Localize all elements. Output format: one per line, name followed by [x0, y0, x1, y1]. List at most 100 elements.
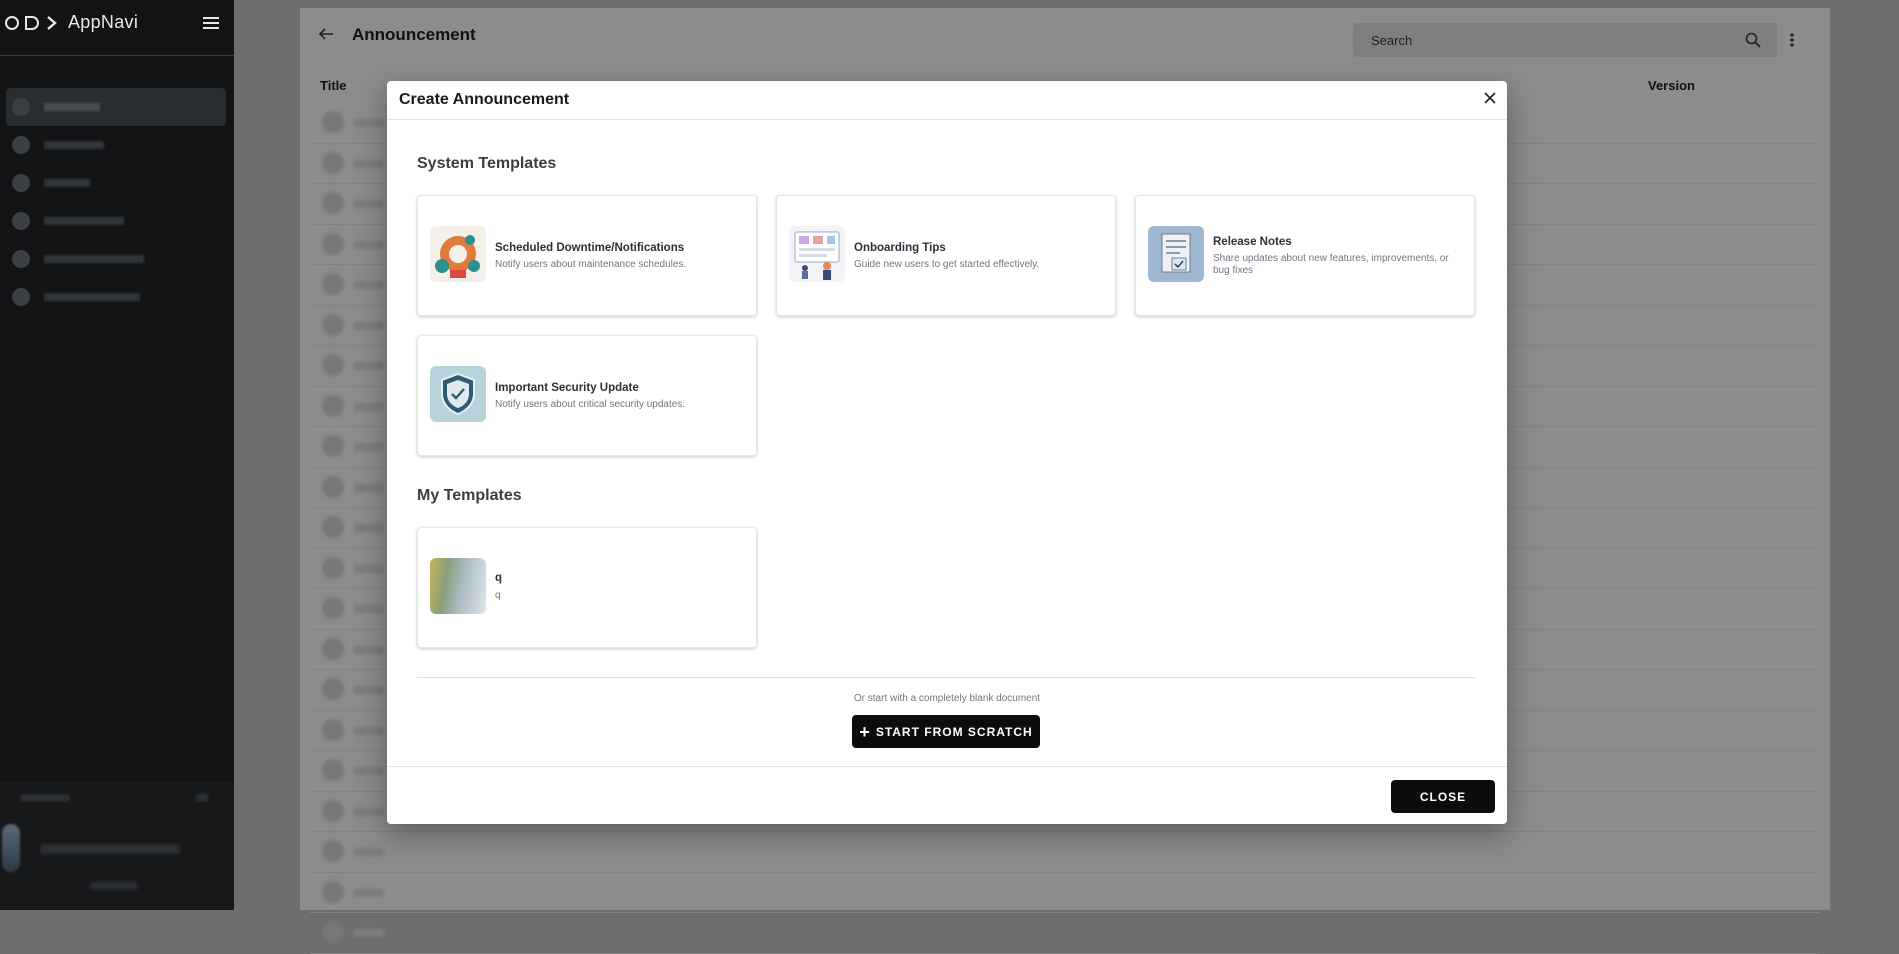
- sidebar-item-label: [44, 141, 104, 149]
- close-button[interactable]: CLOSE: [1391, 780, 1495, 813]
- row-avatar: [322, 151, 344, 174]
- row-avatar: [322, 354, 344, 376]
- appnavi-logo-icon: [5, 16, 57, 30]
- row-avatar: [322, 232, 344, 255]
- back-arrow-icon[interactable]: [318, 26, 334, 42]
- table-row[interactable]: [310, 913, 1820, 954]
- row-text: [354, 200, 384, 208]
- dialog-footer-divider: [387, 766, 1507, 767]
- row-text: [354, 888, 384, 897]
- row-avatar: [322, 840, 344, 862]
- footer-action[interactable]: [196, 794, 208, 802]
- avatar[interactable]: [2, 824, 20, 872]
- nav-icon: [12, 174, 30, 192]
- sidebar-item[interactable]: [6, 240, 226, 278]
- divider: [417, 677, 1475, 678]
- sidebar-item[interactable]: [6, 88, 226, 126]
- row-avatar: [322, 637, 344, 660]
- row-text: [354, 240, 384, 249]
- table-row[interactable]: [310, 873, 1820, 913]
- template-card-onboarding-tips[interactable]: Onboarding Tips Guide new users to get s…: [776, 195, 1116, 316]
- row-avatar: [322, 394, 344, 417]
- row-text: [354, 605, 384, 613]
- template-thumbnail: [430, 558, 486, 614]
- template-card-release-notes[interactable]: Release Notes Share updates about new fe…: [1135, 195, 1475, 316]
- sidebar-item-label: [44, 217, 124, 225]
- start-from-scratch-button[interactable]: + START FROM SCRATCH: [852, 715, 1040, 748]
- template-description: q: [495, 590, 501, 601]
- template-title: Release Notes: [1213, 236, 1292, 248]
- close-icon[interactable]: [1482, 90, 1498, 106]
- row-avatar: [322, 516, 344, 538]
- row-text: [354, 443, 384, 451]
- row-text: [354, 929, 384, 937]
- template-description: Notify users about maintenance schedules…: [495, 259, 687, 270]
- template-card-scheduled-downtime[interactable]: Scheduled Downtime/Notifications Notify …: [417, 195, 757, 316]
- start-from-scratch-label: START FROM SCRATCH: [875, 724, 1033, 739]
- security-shield-icon: [430, 366, 486, 422]
- my-template-card[interactable]: q q: [417, 527, 757, 648]
- row-text: [354, 362, 384, 370]
- sidebar-item[interactable]: [6, 126, 226, 164]
- nav-icon: [12, 98, 30, 116]
- create-announcement-dialog: Create Announcement System Templates Sch…: [387, 81, 1507, 824]
- footer-label: [20, 794, 70, 802]
- row-avatar: [322, 313, 344, 336]
- sidebar-item-label: [44, 103, 100, 111]
- column-header-version[interactable]: Version: [1648, 78, 1695, 93]
- row-avatar: [322, 759, 344, 781]
- row-text: [354, 524, 384, 532]
- template-title: Onboarding Tips: [854, 242, 946, 254]
- nav-icon: [12, 136, 30, 154]
- more-vert-icon[interactable]: [1790, 33, 1794, 47]
- row-avatar: [322, 435, 344, 457]
- sidebar-item[interactable]: [6, 278, 226, 316]
- template-title: q: [495, 572, 503, 584]
- dialog-header: Create Announcement: [387, 81, 1507, 120]
- row-text: [354, 807, 384, 816]
- menu-icon[interactable]: [203, 16, 219, 30]
- search-input[interactable]: Search: [1353, 23, 1777, 57]
- row-avatar: [322, 678, 344, 700]
- row-avatar: [322, 597, 344, 619]
- template-title: Important Security Update: [495, 382, 639, 394]
- row-text: [354, 159, 384, 168]
- template-title: Scheduled Downtime/Notifications: [495, 242, 685, 254]
- sidebar-item-label: [44, 179, 90, 187]
- row-avatar: [322, 475, 344, 498]
- column-header-title[interactable]: Title: [320, 78, 347, 93]
- onboarding-illustration-icon: [789, 226, 845, 282]
- sidebar-item[interactable]: [6, 202, 226, 240]
- page-header: Announcement Search: [300, 8, 1830, 66]
- user-name: [40, 844, 180, 854]
- row-avatar: [322, 192, 344, 214]
- row-text: [354, 321, 384, 330]
- row-text: [354, 767, 384, 775]
- row-text: [354, 402, 384, 411]
- row-text: [354, 483, 384, 492]
- user-role: [90, 882, 138, 890]
- row-avatar: [322, 799, 344, 822]
- sidebar-item-label: [44, 293, 140, 301]
- gears-illustration-icon: [430, 226, 486, 282]
- row-avatar: [322, 880, 344, 903]
- row-text: [354, 726, 384, 735]
- template-description: Share updates about new features, improv…: [1213, 253, 1449, 276]
- row-text: [354, 119, 384, 127]
- template-description: Guide new users to get started effective…: [854, 259, 1040, 270]
- page-title: Announcement: [352, 25, 476, 44]
- nav-icon: [12, 212, 30, 230]
- search-icon[interactable]: [1745, 32, 1761, 48]
- row-text: [354, 686, 384, 694]
- sidebar: AppNavi: [0, 0, 234, 910]
- row-text: [354, 281, 384, 289]
- template-description: Notify users about critical security upd…: [495, 399, 686, 410]
- row-avatar: [322, 556, 344, 579]
- table-row[interactable]: [310, 832, 1820, 873]
- row-text: [354, 564, 384, 573]
- row-text: [354, 645, 384, 654]
- template-card-security-update[interactable]: Important Security Update Notify users a…: [417, 335, 757, 456]
- sidebar-item[interactable]: [6, 164, 226, 202]
- search-placeholder: Search: [1371, 33, 1413, 48]
- blank-document-hint: Or start with a completely blank documen…: [853, 693, 1041, 704]
